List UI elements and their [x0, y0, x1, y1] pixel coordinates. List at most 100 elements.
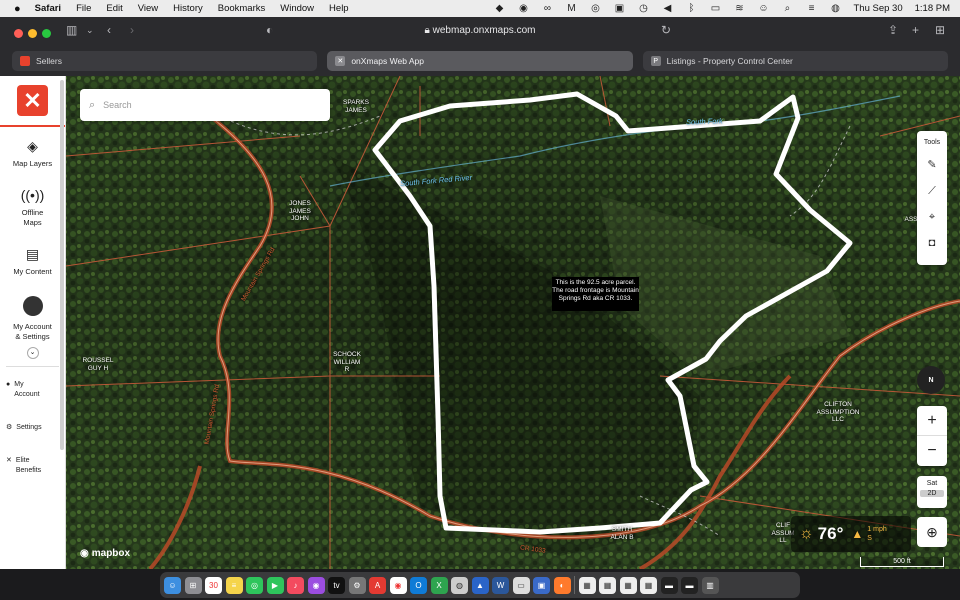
sidebar-item-offline-maps[interactable]: ((•)) Offline Maps — [0, 187, 65, 228]
zoom-in-button[interactable]: + — [917, 406, 947, 436]
share-icon[interactable]: ⇪ — [888, 23, 898, 37]
podcasts-icon[interactable]: ◉ — [307, 576, 325, 594]
address-bar[interactable]: 🔒︎ webmap.onxmaps.com — [380, 25, 580, 36]
window-icon[interactable]: ▬ — [681, 576, 698, 594]
chevron-down-icon[interactable]: ⌄ — [26, 347, 39, 359]
new-tab-icon[interactable]: + — [912, 23, 919, 37]
mapbox-logo[interactable]: ◉ mapbox — [80, 548, 130, 559]
owner-label[interactable]: ASS — [904, 216, 918, 224]
search-box[interactable]: ⌕ — [80, 89, 330, 121]
minimize-window-button[interactable] — [28, 29, 37, 38]
window-icon[interactable]: ▬ — [660, 576, 678, 594]
document-icon[interactable]: ▦ — [619, 576, 637, 594]
close-window-button[interactable] — [14, 29, 23, 38]
globe-icon[interactable]: ◍ — [451, 576, 468, 594]
weather-widget[interactable]: ☼ 76° ▲ 1 mph S — [791, 516, 911, 552]
owner-label[interactable]: ROUSSEL GUY H — [82, 357, 114, 372]
preview-icon[interactable]: ▭ — [512, 576, 530, 594]
location-icon[interactable]: ◉ — [517, 3, 529, 14]
owner-label[interactable]: SMITH ALAN B — [606, 526, 638, 541]
tab-onxmaps[interactable]: ✕ onXmaps Web App — [327, 51, 633, 71]
document-icon[interactable]: ▦ — [640, 576, 657, 594]
facetime-icon[interactable]: ▶ — [266, 576, 284, 594]
tv-icon[interactable]: tv — [328, 576, 345, 594]
owner-label[interactable]: SCHOCK WILLIAM R — [331, 351, 363, 374]
notes-icon[interactable]: ≡ — [225, 576, 243, 594]
mode-2d-button[interactable]: 2D — [920, 490, 944, 497]
menu-file[interactable]: File — [76, 3, 91, 14]
malwarebytes-icon[interactable]: M — [565, 3, 577, 14]
basemap-toggle[interactable]: Sat 2D — [917, 476, 947, 508]
menu-help[interactable]: Help — [329, 3, 349, 14]
volume-icon[interactable]: ◀ — [661, 3, 673, 14]
sidebar-toggle-icon[interactable]: ▥ — [66, 23, 77, 37]
compass-north-button[interactable]: N — [917, 366, 945, 394]
owner-label[interactable]: CLIFTON ASSUMPTION LLC — [812, 401, 864, 424]
onx-logo[interactable]: ✕ — [17, 85, 48, 116]
calendar-icon[interactable]: 30 — [205, 576, 222, 594]
sidebar-settings[interactable]: ⚙ Settings — [0, 423, 65, 433]
music-icon[interactable]: ♪ — [287, 576, 304, 594]
maximize-window-button[interactable] — [42, 29, 51, 38]
satellite-map[interactable] — [0, 76, 960, 569]
messages-icon[interactable]: ◎ — [246, 576, 263, 594]
menu-history[interactable]: History — [173, 3, 203, 14]
zoom-icon[interactable]: ▣ — [613, 3, 625, 14]
menubar-time[interactable]: 1:18 PM — [915, 3, 950, 14]
menu-view[interactable]: View — [138, 3, 158, 14]
forward-icon[interactable]: › — [130, 23, 134, 37]
sidebar-item-map-layers[interactable]: ◈ Map Layers — [0, 138, 65, 169]
owner-label[interactable]: SPARKS JAMES — [341, 99, 371, 114]
dropbox-icon[interactable]: ◆ — [493, 3, 505, 14]
wifi-icon[interactable]: ≋ — [733, 3, 745, 14]
chrome-icon[interactable]: ◉ — [389, 576, 407, 594]
acrobat-icon[interactable]: A — [369, 576, 386, 594]
excel-icon[interactable]: X — [430, 576, 448, 594]
launchpad-icon[interactable]: ⊞ — [184, 576, 202, 594]
reload-icon[interactable]: ↻ — [661, 23, 671, 37]
measure-icon[interactable]: ⟋ — [917, 178, 947, 204]
menu-bookmarks[interactable]: Bookmarks — [218, 3, 266, 14]
system-preferences-icon[interactable]: ⚙ — [348, 576, 366, 594]
firefox-icon[interactable]: ◐ — [553, 576, 571, 594]
locate-button[interactable]: ⊕ — [917, 517, 947, 547]
sidebar-item-account[interactable]: My Account & Settings ⌄ — [0, 296, 65, 359]
shield-icon[interactable]: ◎ — [589, 3, 601, 14]
zoom-out-button[interactable]: − — [917, 436, 947, 466]
apple-icon[interactable]: ● — [14, 3, 21, 15]
sidebar-scrollbar[interactable] — [60, 80, 64, 450]
siri-icon[interactable]: ◍ — [829, 3, 841, 14]
menu-edit[interactable]: Edit — [106, 3, 122, 14]
tab-sellers[interactable]: Sellers — [12, 51, 318, 71]
sidebar-item-my-content[interactable]: ▤ My Content — [0, 246, 65, 277]
search-input[interactable] — [103, 100, 304, 110]
trash-icon[interactable]: ▥ — [701, 576, 719, 594]
control-center-icon[interactable]: ≡ — [805, 3, 817, 14]
pen-icon[interactable]: ✎ — [917, 152, 947, 178]
owner-label[interactable]: JONES JAMES JOHN — [284, 200, 316, 223]
camera-icon[interactable]: ◘ — [917, 230, 947, 256]
bluetooth-icon[interactable]: ᛒ — [685, 3, 697, 14]
battery-icon[interactable]: ▭ — [709, 3, 721, 14]
finder-icon[interactable]: ☺ — [164, 576, 181, 594]
outlook-icon[interactable]: O — [410, 576, 427, 594]
sidebar-my-account[interactable]: ● My Account — [0, 380, 65, 400]
spotlight-search-icon[interactable]: ⌕ — [781, 3, 793, 14]
document-icon[interactable]: ▦ — [599, 576, 616, 594]
parcel-note[interactable]: This is the 92.5 acre parcel. The road f… — [552, 277, 639, 311]
tab-listings[interactable]: P Listings - Property Control Center — [642, 51, 948, 71]
document-icon[interactable]: ▦ — [578, 576, 596, 594]
finder-window-icon[interactable]: ▣ — [533, 576, 550, 594]
menubar-date[interactable]: Thu Sep 30 — [853, 3, 902, 14]
chevron-down-icon[interactable]: ⌄ — [86, 25, 94, 36]
menu-window[interactable]: Window — [280, 3, 314, 14]
back-icon[interactable]: ‹ — [107, 23, 111, 37]
tab-overview-icon[interactable]: ⊞ — [935, 23, 945, 37]
privacy-shield-icon[interactable]: ◐ — [266, 23, 273, 37]
waypoint-icon[interactable]: ⌖ — [917, 204, 947, 230]
timemachine-icon[interactable]: ◷ — [637, 3, 649, 14]
link-icon[interactable]: ∞ — [541, 3, 553, 14]
user-icon[interactable]: ☺ — [757, 3, 769, 14]
app-icon[interactable]: ▲ — [471, 576, 489, 594]
sidebar-elite-benefits[interactable]: ✕ Elite Benefits — [0, 456, 65, 476]
